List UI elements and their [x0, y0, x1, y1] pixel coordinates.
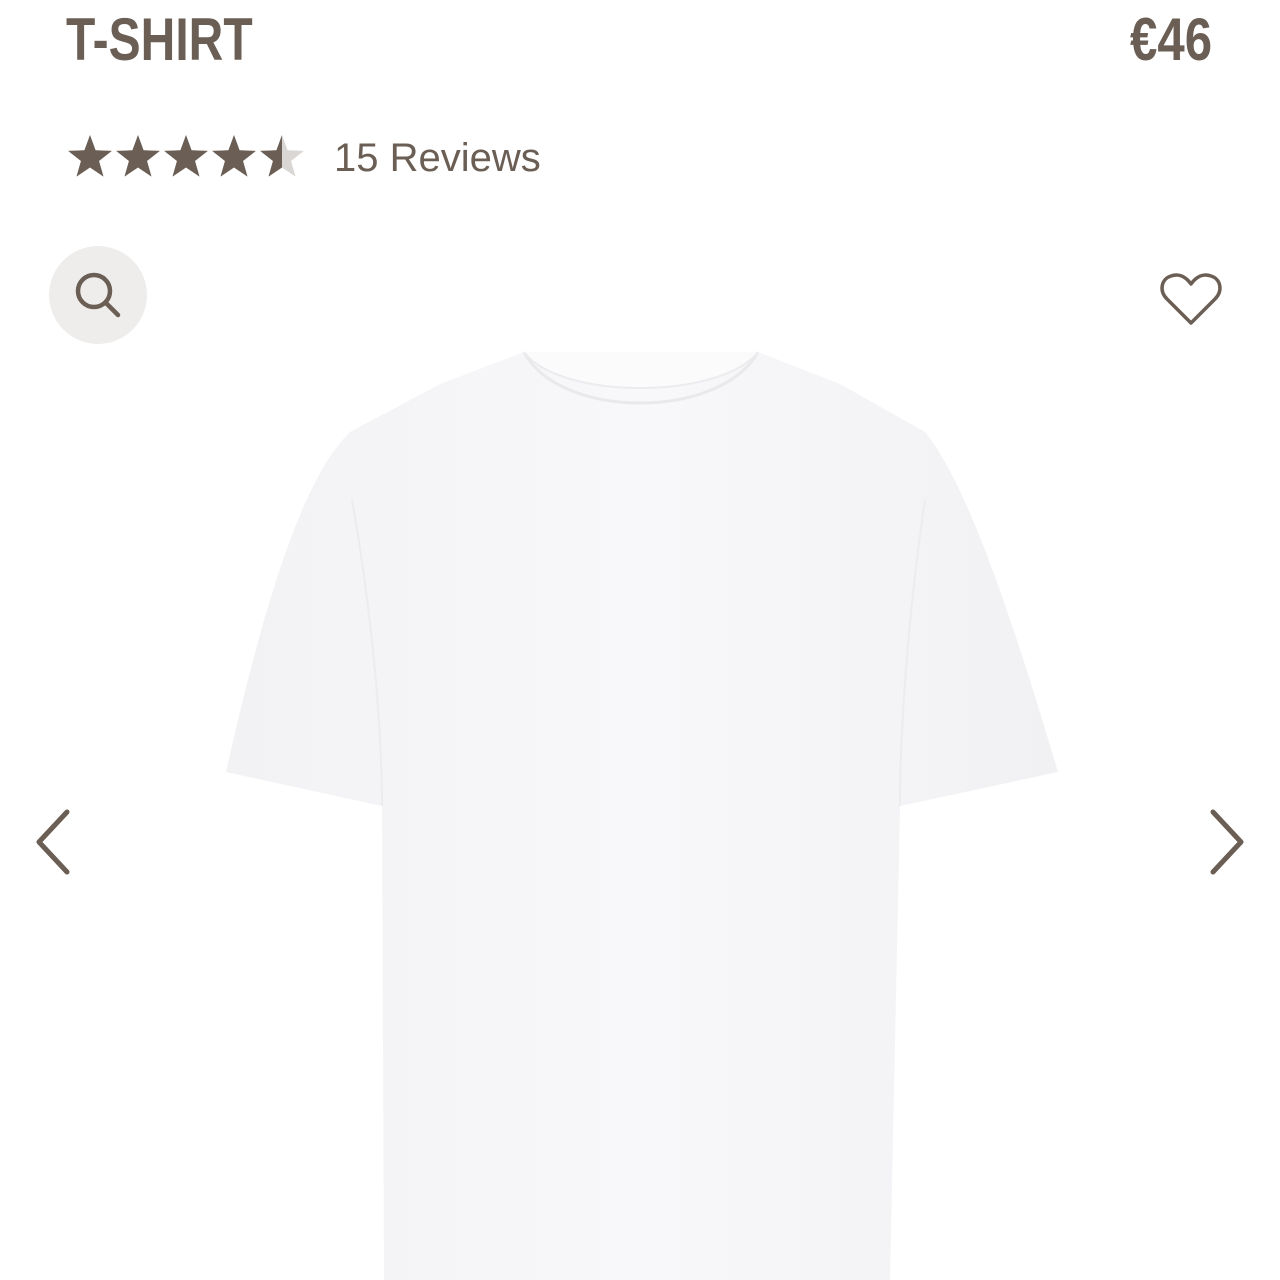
- star-rating: [68, 135, 304, 177]
- rating-row[interactable]: 15 Reviews: [66, 128, 541, 188]
- search-icon: [75, 272, 121, 318]
- product-image: [226, 351, 1058, 1280]
- product-page: T-SHIRT €46 15 Reviews: [0, 0, 1280, 1280]
- chevron-left-icon: [36, 809, 70, 875]
- product-title: T-SHIRT: [66, 6, 253, 73]
- product-price: €46: [1129, 6, 1212, 73]
- star-filled-icon: [164, 135, 208, 177]
- star-filled-icon: [68, 135, 112, 177]
- next-image-button[interactable]: [1202, 802, 1252, 882]
- star-filled-icon: [212, 135, 256, 177]
- previous-image-button[interactable]: [28, 802, 78, 882]
- wishlist-button[interactable]: [1156, 268, 1226, 330]
- heart-outline-icon: [1160, 273, 1222, 325]
- chevron-right-icon: [1210, 809, 1244, 875]
- zoom-button[interactable]: [49, 246, 147, 344]
- star-filled-icon: [116, 135, 160, 177]
- reviews-link[interactable]: 15 Reviews: [334, 136, 541, 181]
